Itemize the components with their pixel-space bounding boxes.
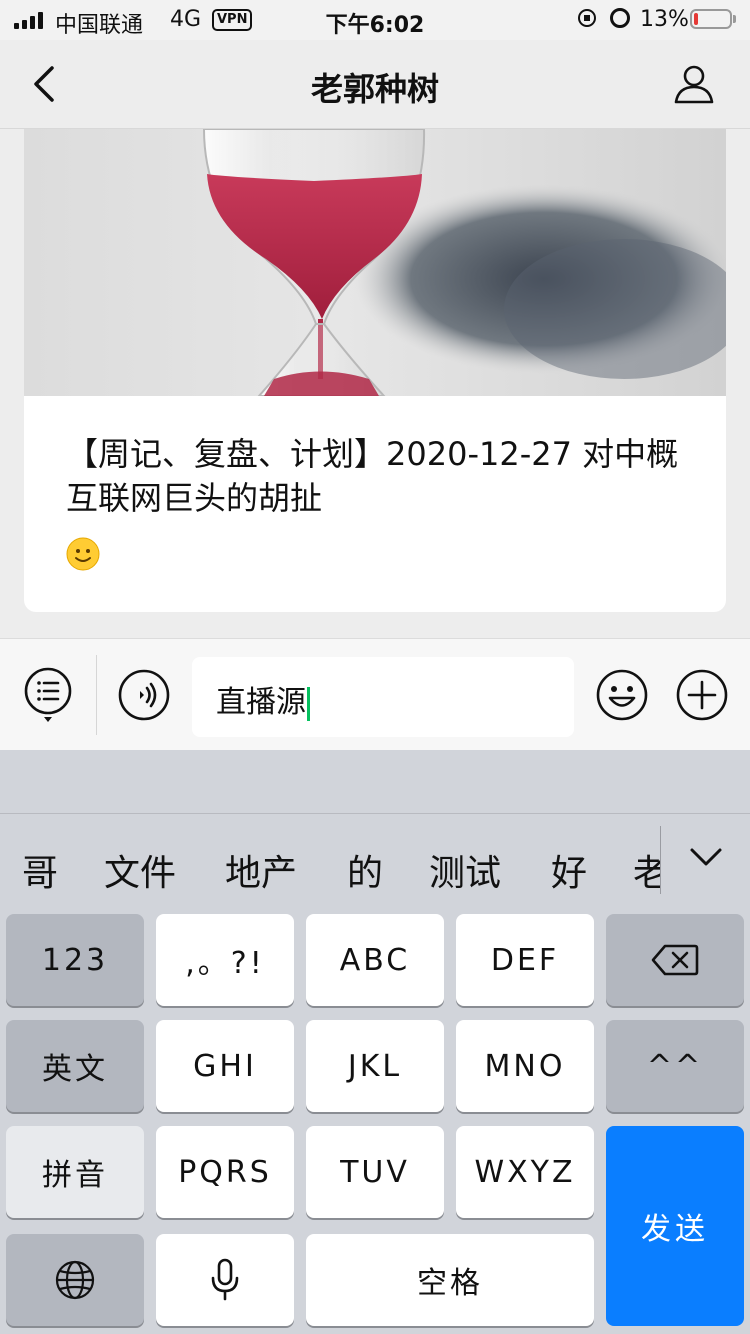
status-time: 下午6:02 xyxy=(325,13,425,38)
input-divider xyxy=(96,655,97,735)
nav-bar: 老郭种树 xyxy=(0,40,750,129)
candidate-word[interactable]: 哥 xyxy=(22,844,58,896)
menu-list-icon xyxy=(24,667,72,722)
key-english[interactable]: 英文 xyxy=(6,1020,144,1112)
candidate-word[interactable]: 的 xyxy=(347,844,383,896)
chevron-down-icon xyxy=(690,848,722,866)
status-bar: 中国联通 4G VPN 下午6:02 13% xyxy=(0,0,750,40)
page-title: 老郭种树 xyxy=(310,70,439,108)
candidate-word[interactable]: 文件 xyxy=(104,844,176,896)
key-ghi[interactable]: GHI xyxy=(156,1020,294,1112)
microphone-key[interactable] xyxy=(156,1234,294,1326)
key-tuv[interactable]: TUV xyxy=(306,1126,444,1218)
battery-tip xyxy=(733,15,736,23)
globe-key[interactable] xyxy=(6,1234,144,1326)
battery-fill xyxy=(694,13,698,25)
message-input-bar: 直播源 xyxy=(0,638,750,751)
voice-button[interactable] xyxy=(118,669,170,721)
candidate-bar: 哥 文件 地产 的 测试 好 老 xyxy=(0,814,660,914)
profile-button[interactable] xyxy=(672,62,716,106)
rotation-lock-icon xyxy=(578,9,596,27)
battery-percentage: 13% xyxy=(640,7,689,32)
key-123[interactable]: 123 xyxy=(6,914,144,1006)
key-wxyz[interactable]: WXYZ xyxy=(456,1126,594,1218)
globe-icon xyxy=(55,1260,95,1300)
collapse-candidates-button[interactable] xyxy=(686,838,726,878)
text-caret xyxy=(307,686,310,721)
input-value: 直播源 xyxy=(216,685,306,720)
menu-button[interactable] xyxy=(24,667,72,723)
key-mno[interactable]: MNO xyxy=(456,1020,594,1112)
microphone-icon xyxy=(211,1258,239,1301)
candidate-word[interactable]: 老 xyxy=(633,844,660,896)
article-cover-image xyxy=(24,129,726,396)
space-key[interactable]: 空格 xyxy=(306,1234,594,1326)
key-abc[interactable]: ABC xyxy=(306,914,444,1006)
article-title: 【周记、复盘、计划】2020-12-27 对中概互联网巨头的胡扯 xyxy=(66,435,679,517)
key-jkl[interactable]: JKL xyxy=(306,1020,444,1112)
plus-icon xyxy=(676,669,728,721)
alarm-icon xyxy=(610,8,630,28)
key-pinyin[interactable]: 拼音 xyxy=(6,1126,144,1218)
more-button[interactable] xyxy=(676,669,728,721)
chat-content: 【周记、复盘、计划】2020-12-27 对中概互联网巨头的胡扯 xyxy=(0,129,750,638)
person-icon xyxy=(674,65,714,104)
article-card[interactable]: 【周记、复盘、计划】2020-12-27 对中概互联网巨头的胡扯 xyxy=(24,129,726,612)
send-button[interactable]: 发送 xyxy=(606,1126,744,1326)
emoji-button[interactable] xyxy=(596,669,648,721)
smile-emoji-icon xyxy=(66,537,100,571)
key-def[interactable]: DEF xyxy=(456,914,594,1006)
key-emoticon[interactable]: ^^ xyxy=(606,1020,744,1112)
key-pqrs[interactable]: PQRS xyxy=(156,1126,294,1218)
voice-icon xyxy=(118,669,170,721)
backspace-icon xyxy=(651,944,699,976)
candidate-word[interactable]: 测试 xyxy=(429,844,501,896)
battery-icon xyxy=(690,9,732,29)
candidate-word[interactable]: 地产 xyxy=(225,844,297,896)
message-input[interactable]: 直播源 xyxy=(192,657,574,737)
smiley-icon xyxy=(596,669,648,721)
input-value-wrap: 直播源 xyxy=(216,677,310,721)
candidate-word[interactable]: 好 xyxy=(551,844,587,896)
key-punctuation[interactable]: ,。?! xyxy=(156,914,294,1006)
candidate-separator xyxy=(660,826,661,894)
backspace-key[interactable] xyxy=(606,914,744,1006)
